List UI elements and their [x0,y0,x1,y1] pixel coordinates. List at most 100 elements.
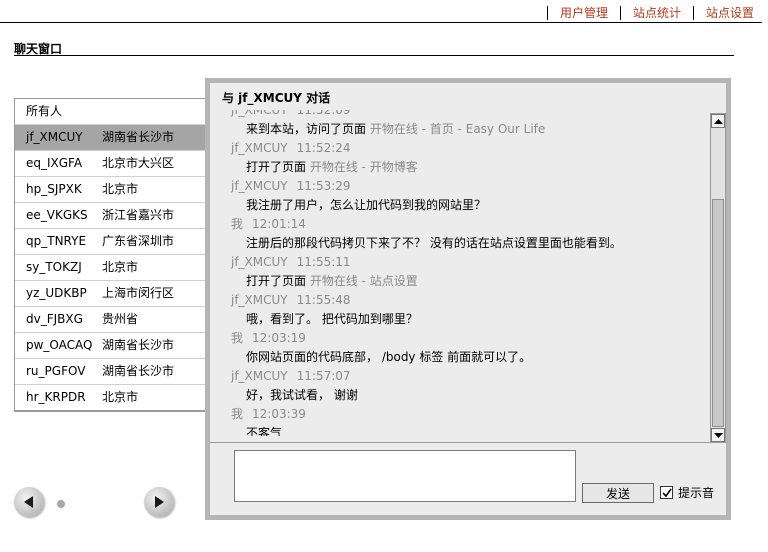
message-time: 12:01:14 [252,217,306,231]
message-meta: jf_XMCUY 11:55:48 [210,291,708,310]
message-time: 11:52:09 [296,110,351,117]
message-body: 来到本站，访问了页面 开物在线 - 首页 - Easy Our Life [210,120,708,139]
scrollbar-thumb[interactable] [712,199,724,427]
user-list-item[interactable]: qp_TNRYE 广东省深圳市 [15,229,206,255]
user-list-item[interactable]: hp_SJPXK 北京市 [15,177,206,203]
message-text: 你网站页面的代码底部， /body 标签 前面就可以了。 [246,350,532,364]
arrow-left-icon [24,496,33,508]
message-sender: jf_XMCUY [231,369,288,383]
nav-separator [692,5,694,20]
user-id: hr_KRPDR [26,390,86,404]
user-list-item[interactable]: sy_TOKZJ 北京市 [15,255,206,281]
nav-separator [619,5,621,20]
message-sender: jf_XMCUY [231,293,288,307]
arrow-right-icon [155,496,164,508]
message-body: 我注册了用户，怎么让加代码到我的网站里？ [210,196,708,215]
user-list-item[interactable]: ee_VKGKS 浙江省嘉兴市 [15,203,206,229]
message-time: 12:03:19 [252,331,306,345]
chat-input-divider [210,442,726,443]
user-id: ru_PGFOV [26,364,86,378]
message-sender: 我 [231,331,244,345]
user-list-item[interactable]: jf_XMCUY 湖南省长沙市 [15,125,206,151]
message-sender: 我 [231,217,244,231]
user-list-item[interactable]: eq_IXGFA 北京市大兴区 [15,151,206,177]
message-sender: jf_XMCUY [231,110,288,117]
user-location: 浙江省嘉兴市 [102,208,175,222]
user-id: qp_TNRYE [26,234,87,248]
message-page-title: 开物在线 - 站点设置 [309,274,418,288]
checkmark-icon [662,488,672,498]
sound-toggle[interactable]: 提示音 [660,484,714,501]
chat-title: 与 jf_XMCUY 对话 [222,91,331,105]
user-id: yz_UDKBP [26,286,87,300]
message-text: 注册后的那段代码拷贝下来了不？ 没有的话在站点设置里面也能看到。 [246,236,622,250]
message-page-title: 开物在线 - 首页 - Easy Our Life [369,122,546,136]
nav-link-site-stats[interactable]: 站点统计 [633,4,681,21]
user-list-item[interactable]: pw_OACAQ 湖南省长沙市 [15,333,206,359]
message-sender: 我 [231,407,244,421]
message-body: 你网站页面的代码底部， /body 标签 前面就可以了。 [210,348,708,367]
user-location: 广东省深圳市 [102,234,175,248]
message-sender: jf_XMCUY [231,255,288,269]
message-input[interactable] [234,450,576,502]
user-id: ee_VKGKS [26,208,88,222]
user-list-item[interactable]: yz_UDKBP 上海市闵行区 [15,281,206,307]
nav-separator [546,5,548,20]
message-text: 来到本站，访问了页面 [246,122,370,136]
user-list-bottom-border [14,410,206,411]
message-time: 11:55:11 [296,255,351,269]
message-text: 我注册了用户，怎么让加代码到我的网站里？ [246,198,487,212]
user-id: sy_TOKZJ [26,260,82,274]
message-text: 好，我试试看， 谢谢 [246,388,358,402]
user-list: 所有人 jf_XMCUY 湖南省长沙市 eq_IXGFA 北京市大兴区 hp_SJPXK… [14,98,206,412]
user-list-all[interactable]: 所有人 [15,99,206,125]
message-time: 11:55:48 [296,293,351,307]
user-location: 北京市 [102,260,139,274]
message-meta: 我 12:03:39 [210,405,708,424]
user-location: 北京市 [102,390,139,404]
message-time: 11:57:07 [296,369,351,383]
next-page-button[interactable] [144,487,174,517]
nav-link-site-settings[interactable]: 站点设置 [706,4,754,21]
nav-link-user-management[interactable]: 用户管理 [560,4,608,21]
message-scrollbar[interactable] [710,113,726,443]
user-id: eq_IXGFA [26,156,83,170]
user-location: 湖南省长沙市 [102,130,175,144]
user-location: 贵州省 [102,312,139,326]
message-body: 不客气 [210,424,708,436]
chat-panel: 与 jf_XMCUY 对话 jf_XMCUY 11:52:09 来到本站，访问了页面… [210,83,726,515]
sound-label: 提示音 [678,486,715,500]
send-button[interactable]: 发送 [582,483,654,503]
message-list: jf_XMCUY 11:52:09 来到本站，访问了页面 开物在线 - 首页 - E… [210,110,708,436]
chat-window: 与 jf_XMCUY 对话 jf_XMCUY 11:52:09 来到本站，访问了页面… [205,78,731,520]
title-divider [14,55,734,56]
message-text: 哦，看到了。 把代码加到哪里？ [246,312,418,326]
message-time: 12:03:39 [252,407,306,421]
top-nav: 用户管理 站点统计 站点设置 [0,0,762,23]
sound-checkbox[interactable] [660,486,673,499]
message-text: 打开了页面 [246,274,310,288]
user-list-item[interactable]: dv_FJBXG 贵州省 [15,307,206,333]
scroll-up-button[interactable] [711,114,725,128]
message-body: 注册后的那段代码拷贝下来了不？ 没有的话在站点设置里面也能看到。 [210,234,708,253]
message-meta: 我 12:03:19 [210,329,708,348]
message-sender: jf_XMCUY [231,179,288,193]
message-body: 好，我试试看， 谢谢 [210,386,708,405]
message-meta: jf_XMCUY 11:53:29 [210,177,708,196]
message-sender: jf_XMCUY [231,141,288,155]
user-list-all-label: 所有人 [26,104,63,118]
message-page-title: 开物在线 - 开物博客 [309,160,418,174]
user-id: hp_SJPXK [26,182,82,196]
user-location: 湖南省长沙市 [102,338,175,352]
message-meta: 我 12:01:14 [210,215,708,234]
message-meta: jf_XMCUY 11:57:07 [210,367,708,386]
scroll-down-button[interactable] [711,428,725,442]
message-text: 打开了页面 [246,160,310,174]
message-time: 11:53:29 [296,179,351,193]
message-meta: jf_XMCUY 11:52:09 [210,110,708,120]
prev-page-button[interactable] [14,487,44,517]
user-list-item[interactable]: hr_KRPDR 北京市 [15,385,206,411]
message-meta: jf_XMCUY 11:55:11 [210,253,708,272]
user-list-item[interactable]: ru_PGFOV 湖南省长沙市 [15,359,206,385]
user-location: 上海市闵行区 [102,286,175,300]
